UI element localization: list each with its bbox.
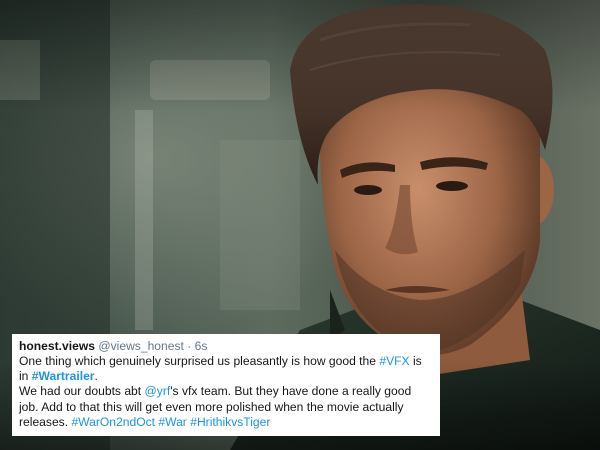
- tweet-body: One thing which genuinely surprised us p…: [19, 354, 432, 430]
- hashtag-waron2ndoct[interactable]: #WarOn2ndOct: [71, 415, 155, 429]
- hashtag-war[interactable]: #War: [158, 415, 186, 429]
- user-handle[interactable]: @views_honest: [98, 339, 184, 353]
- separator-dot: ·: [187, 339, 192, 353]
- stage: honest.views @views_honest · 6s One thin…: [0, 0, 600, 450]
- tweet-text: .: [94, 369, 98, 384]
- hashtag-vfx[interactable]: #VFX: [379, 354, 409, 368]
- tweet-card[interactable]: honest.views @views_honest · 6s One thin…: [12, 334, 440, 436]
- hashtag-wartrailer[interactable]: #Wartrailer: [32, 369, 95, 383]
- tweet-text: One thing which genuinely surprised us p…: [19, 354, 380, 368]
- tweet-text: We had our doubts abt: [19, 384, 145, 399]
- mention-yrf[interactable]: @yrf: [145, 384, 171, 398]
- tweet-paragraph-2: We had our doubts abt @yrf's vfx team. B…: [19, 384, 432, 430]
- hashtag-hrithikvstiger[interactable]: #HrithikvsTiger: [190, 415, 270, 429]
- tweet-header: honest.views @views_honest · 6s: [19, 338, 432, 354]
- tweet-paragraph-1: One thing which genuinely surprised us p…: [19, 354, 432, 384]
- display-name[interactable]: honest.views: [19, 339, 95, 353]
- tweet-timestamp[interactable]: 6s: [195, 339, 208, 353]
